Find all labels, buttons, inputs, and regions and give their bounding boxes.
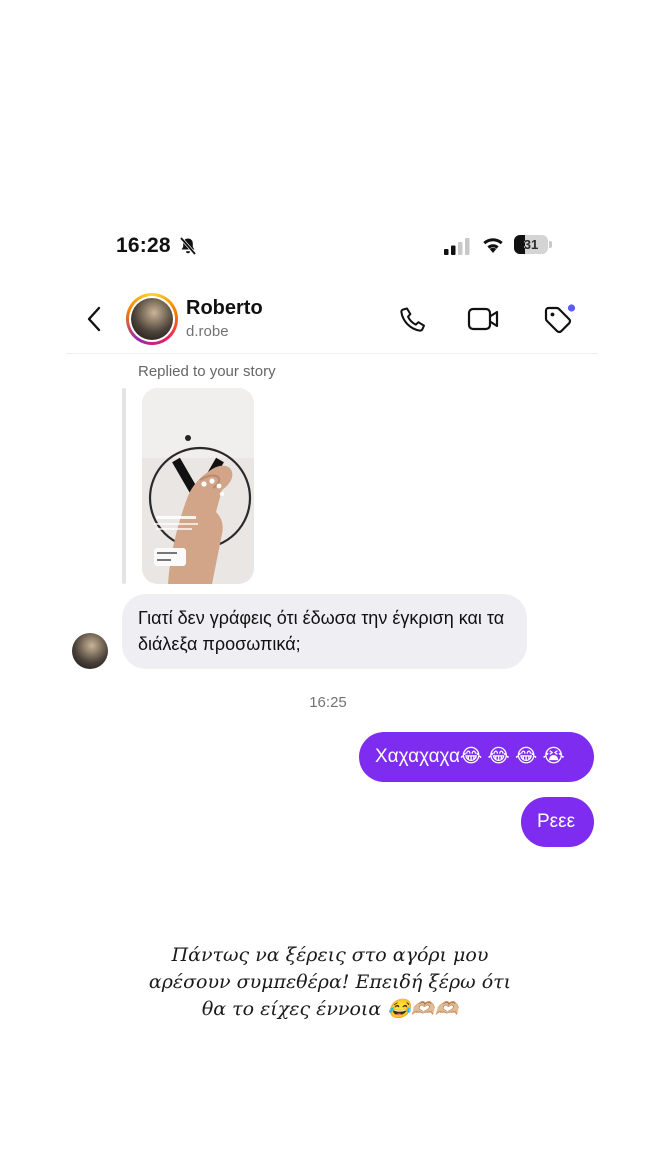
status-bar: 16:28 31: [0, 228, 660, 264]
video-camera-icon[interactable]: [466, 304, 502, 334]
outgoing-message[interactable]: Χαχαχαχα😂 😂 😂 😭: [359, 732, 594, 782]
battery-level: 31: [523, 237, 539, 252]
incoming-message[interactable]: Γιατί δεν γράφεις ότι έδωσα την έγκριση …: [122, 594, 527, 669]
status-time: 16:28: [116, 234, 171, 257]
contact-name[interactable]: Roberto: [186, 297, 263, 320]
caption-line: θα το είχες έννοια 😂🫶🏼🫶🏼: [201, 998, 459, 1020]
story-thumbnail[interactable]: [142, 388, 254, 584]
notification-dot: [567, 304, 576, 312]
caption-line: αρέσουν συμπεθέρα! Επειδή ξέρω ότι: [148, 971, 512, 993]
wifi-icon: [483, 238, 503, 253]
contact-username: d.robe: [186, 323, 229, 340]
bell-muted-icon: [179, 236, 197, 256]
caption-line: Πάντως να ξέρεις στο αγόρι μου: [171, 944, 489, 966]
back-chevron-icon[interactable]: [84, 304, 106, 334]
reply-label: Replied to your story: [138, 363, 276, 380]
reply-indicator-bar: [122, 388, 126, 584]
tag-icon[interactable]: [540, 302, 580, 336]
signal-icon: [444, 238, 470, 255]
sender-avatar[interactable]: [72, 633, 108, 669]
contact-avatar[interactable]: [126, 293, 178, 345]
story-caption: Πάντως να ξέρεις στο αγόρι μου αρέσουν σ…: [130, 942, 530, 1023]
message-timestamp: 16:25: [309, 694, 347, 711]
battery-icon: 31: [514, 235, 552, 254]
phone-icon[interactable]: [398, 304, 428, 334]
chat-header: Roberto d.robe: [66, 288, 598, 354]
outgoing-message[interactable]: Ρεεε: [521, 797, 594, 847]
